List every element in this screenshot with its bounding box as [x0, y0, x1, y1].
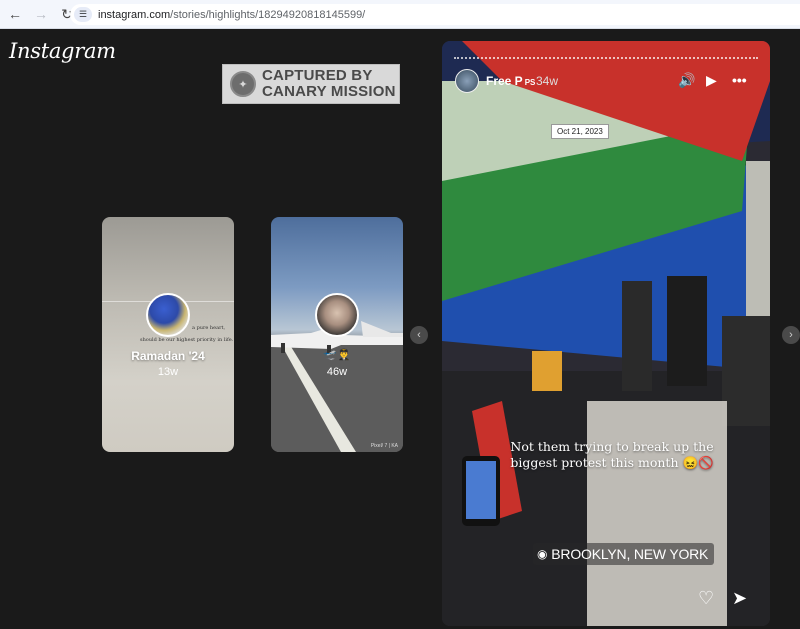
location-pin-icon: ◉ [537, 547, 548, 561]
highlight-card-ramadan[interactable]: a pure heart, should be our highest prio… [102, 217, 234, 452]
story-time: 34w [536, 74, 559, 88]
site-info-icon[interactable]: ☰ [74, 7, 92, 22]
volume-icon[interactable]: 🔊 [678, 72, 695, 89]
story-avatar[interactable] [455, 69, 479, 93]
highlight-title: Ramadan '24 [131, 349, 205, 363]
chevron-left-icon: ‹ [417, 329, 421, 341]
arrow-left-icon: ← [8, 6, 22, 22]
story-caption: Not them trying to break up the biggest … [510, 439, 714, 470]
arrow-right-icon: → [34, 6, 48, 22]
tiny-text-1: a pure heart, [192, 325, 226, 331]
tiny-text-2: should be our highest priority in life. [140, 337, 234, 343]
more-options-icon[interactable]: ••• [732, 72, 747, 88]
bird-seal-icon: ✦ [230, 71, 256, 97]
highlight-emoji: 🛫👨‍✈️ [323, 349, 351, 361]
stamp-line-2: CANARY MISSION [262, 83, 396, 100]
location-sticker[interactable]: ◉ BROOKLYN, NEW YORK [533, 543, 715, 565]
instagram-page: Instagram ✦ CAPTURED BY CANARY MISSION a… [0, 29, 800, 629]
previous-story-button[interactable]: ‹ [410, 326, 428, 344]
next-story-button[interactable]: › [782, 326, 800, 344]
highlight-age: 13w [157, 366, 179, 378]
story-header: Free P PS 34w 🔊 ▶ ••• [442, 69, 770, 97]
camera-watermark: Pixel/ 7 | KA [370, 443, 398, 449]
highlight-avatar [315, 293, 359, 337]
browser-toolbar: ← → ↻ ☰ instagram.com/stories/highlights… [0, 0, 800, 29]
timestamp-tooltip: Oct 21, 2023 [551, 124, 609, 139]
url-text: instagram.com/stories/highlights/1829492… [98, 8, 366, 21]
story-username[interactable]: Free P PS [486, 74, 535, 88]
story-progress-bar [454, 57, 758, 59]
highlight-avatar [146, 293, 190, 337]
highlight-age: 46w [326, 366, 348, 378]
back-button[interactable]: ← [4, 3, 26, 25]
forward-button[interactable]: → [30, 3, 52, 25]
heart-icon[interactable]: ♡ [698, 588, 714, 609]
highlight-card-planes[interactable]: 🛫👨‍✈️ 46w Pixel/ 7 | KA [271, 217, 403, 452]
play-icon[interactable]: ▶ [706, 72, 717, 89]
address-bar[interactable]: ☰ instagram.com/stories/highlights/18294… [70, 4, 800, 25]
stamp-line-1: CAPTURED BY [262, 67, 373, 84]
chevron-right-icon: › [789, 329, 793, 341]
instagram-logo[interactable]: Instagram [9, 39, 116, 63]
send-icon[interactable]: ➤ [732, 588, 747, 609]
canary-mission-stamp: ✦ CAPTURED BY CANARY MISSION [222, 64, 400, 104]
